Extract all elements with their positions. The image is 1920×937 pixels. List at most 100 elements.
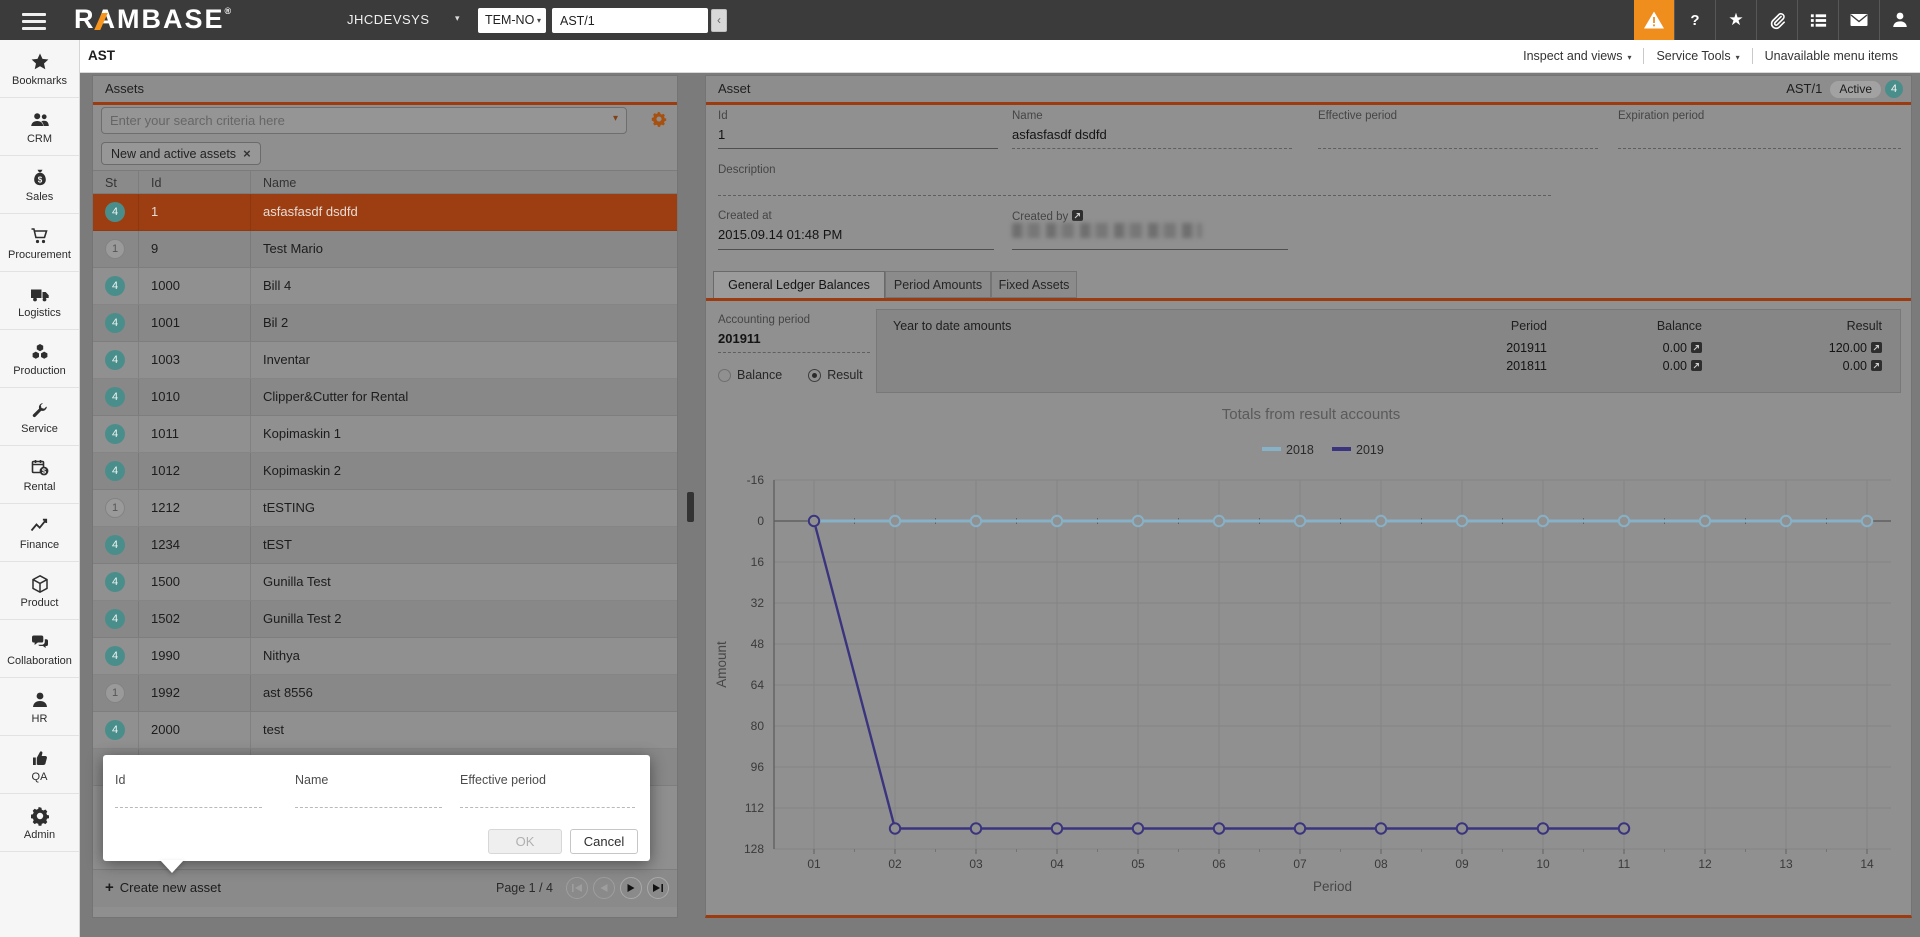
status-badge: 4 [105,276,125,296]
svg-text:112: 112 [745,801,764,815]
table-row[interactable]: 41012Kopimaskin 2 [93,453,677,490]
remove-filter-icon[interactable]: × [243,146,251,161]
sidebar-item-bookmarks[interactable]: Bookmarks [0,40,79,98]
cancel-button[interactable]: Cancel [570,829,638,854]
svg-text:11: 11 [1618,857,1631,871]
status-badge: 4 [105,387,125,407]
table-row[interactable]: 41000Bill 4 [93,268,677,305]
ok-button[interactable]: OK [488,829,562,854]
status-badge: Active [1830,81,1881,98]
sidebar-item-label: QA [32,771,48,783]
menu-item-service-tools[interactable]: Service Tools▾ [1644,49,1751,63]
tab-fixed-assets[interactable]: Fixed Assets [991,271,1077,298]
radio-balance[interactable]: Balance [718,368,782,382]
tab-period-amounts[interactable]: Period Amounts [885,271,991,298]
asset-panel-header: Asset AST/1 Active 4 [706,76,1911,105]
sidebar-item-qa[interactable]: QA [0,736,79,794]
asset-reference: AST/1 [1786,76,1822,102]
back-button[interactable]: ‹ [711,9,727,32]
sidebar-item-service[interactable]: Service [0,388,79,446]
modal-field-input[interactable] [295,807,442,808]
help-icon[interactable]: ? [1674,0,1715,40]
sidebar-item-sales[interactable]: $Sales [0,156,79,214]
tab-general-ledger-balances[interactable]: General Ledger Balances [713,271,885,298]
name-cell: Nithya [251,638,677,674]
page-title: AST [88,48,115,63]
menu-item-unavailable-menu-items[interactable]: Unavailable menu items [1753,49,1910,63]
previous-page-button[interactable] [593,877,615,899]
sidebar-item-production[interactable]: Production [0,330,79,388]
assets-panel-title: Assets [93,76,677,105]
mail-icon[interactable] [1838,0,1879,40]
modal-field-input[interactable] [460,807,635,808]
sidebar-item-procurement[interactable]: Procurement [0,214,79,272]
table-row[interactable]: 41500Gunilla Test [93,564,677,601]
ytd-result: 120.00 [1829,341,1882,356]
svg-text:09: 09 [1455,857,1469,871]
result-link-icon[interactable] [1871,360,1882,374]
assets-table-header: St Id Name [93,170,677,194]
modal-field-input[interactable] [115,807,262,808]
status-cell: 1 [93,675,139,711]
table-row[interactable]: 41234tEST [93,527,677,564]
target-input[interactable] [552,8,708,33]
chat-icon [30,631,50,653]
table-row[interactable]: 41010Clipper&Cutter for Rental [93,379,677,416]
table-row[interactable]: 41asfasfasdf dsdfd [93,194,677,231]
svg-text:80: 80 [751,719,765,733]
menu-item-inspect-and-views[interactable]: Inspect and views▾ [1511,49,1643,63]
table-row[interactable]: 41001Bil 2 [93,305,677,342]
panel-splitter-handle[interactable] [687,492,694,522]
status-badge: 1 [105,239,125,259]
next-page-button[interactable] [620,877,642,899]
table-row[interactable]: 41011Kopimaskin 1 [93,416,677,453]
system-caret-icon[interactable]: ▾ [455,13,460,24]
sidebar-item-admin[interactable]: Admin [0,794,79,852]
search-input[interactable] [102,108,600,133]
last-page-button[interactable] [647,877,669,899]
favorites-icon[interactable]: ★ [1715,0,1756,40]
sidebar-item-rental[interactable]: $Rental [0,446,79,504]
attachment-icon[interactable] [1756,0,1797,40]
table-row[interactable]: 19Test Mario [93,231,677,268]
id-cell: 1001 [139,305,251,341]
balance-link-icon[interactable] [1691,360,1702,374]
sidebar-item-crm[interactable]: CRM [0,98,79,156]
table-row[interactable]: 41990Nithya [93,638,677,675]
radio-result[interactable]: Result [808,368,862,382]
svg-text:Period: Period [1313,879,1352,894]
table-row[interactable]: 41502Gunilla Test 2 [93,601,677,638]
search-dropdown-icon[interactable]: ▾ [613,113,618,124]
first-page-button[interactable] [566,877,588,899]
system-name[interactable]: JHCDEVSYS [347,12,430,27]
alert-icon[interactable] [1634,0,1674,40]
sidebar-item-finance[interactable]: Finance [0,504,79,562]
page-indicator: Page 1 / 4 [496,881,553,895]
status-badge: 4 [105,609,125,629]
balance-link-icon[interactable] [1691,342,1702,356]
sidebar-item-collaboration[interactable]: Collaboration [0,620,79,678]
created-by-redacted [1012,223,1202,238]
table-row[interactable]: 41003Inventar [93,342,677,379]
created-by-link-icon[interactable] [1072,210,1083,224]
result-link-icon[interactable] [1871,342,1882,356]
sidebar-item-hr[interactable]: HR [0,678,79,736]
sidebar-item-product[interactable]: Product [0,562,79,620]
modal-caret [160,860,184,873]
status-badge: 1 [105,498,125,518]
hamburger-menu-icon[interactable] [22,13,46,34]
sidebar-item-label: Logistics [18,307,61,319]
table-row[interactable]: 42000test [93,712,677,749]
search-settings-gear-icon[interactable] [651,111,667,132]
sidebar-item-logistics[interactable]: Logistics [0,272,79,330]
table-row[interactable]: 11212tESTING [93,490,677,527]
name-value: asfasfasdf dsdfd [1012,127,1107,142]
table-row[interactable]: 11992ast 8556 [93,675,677,712]
user-icon[interactable] [1879,0,1920,40]
status-cell: 4 [93,268,139,304]
module-select[interactable]: TEM-NO▾ [478,8,546,33]
svg-text:-16: -16 [747,473,765,487]
create-new-asset-button[interactable]: +Create new asset [105,879,221,896]
filter-chip[interactable]: New and active assets× [101,142,261,165]
list-icon[interactable] [1797,0,1838,40]
